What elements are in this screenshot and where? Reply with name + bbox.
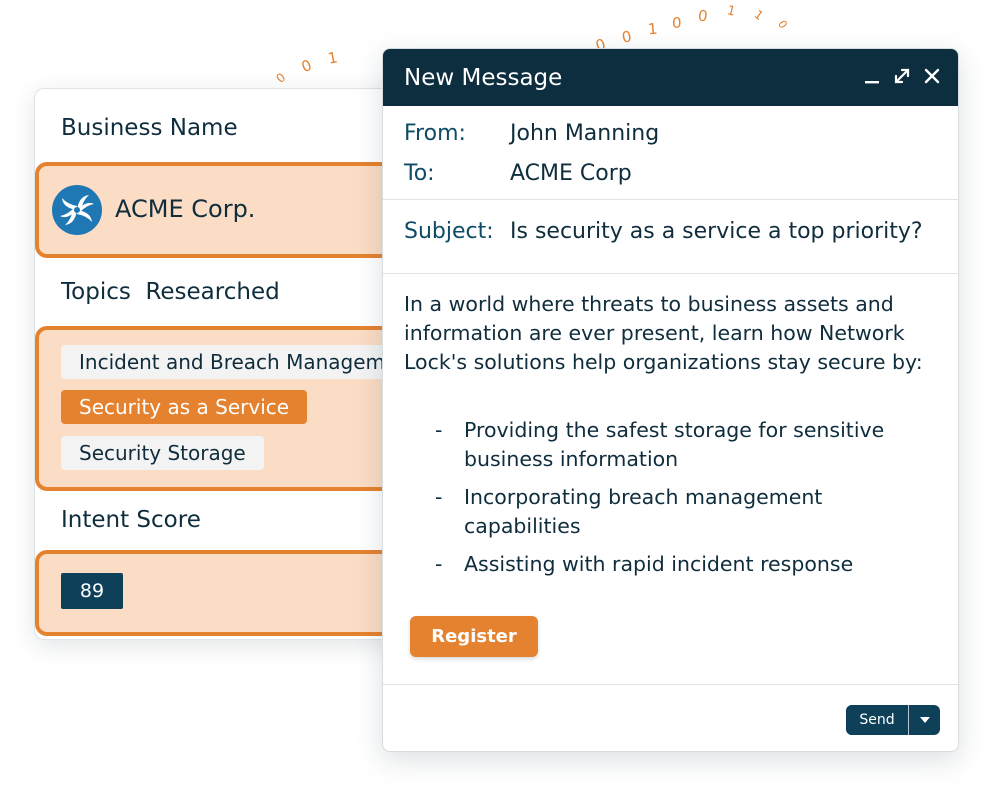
binary-digit: 0 bbox=[775, 17, 790, 32]
from-label: From: bbox=[404, 121, 466, 146]
binary-digit: 1 bbox=[751, 7, 766, 23]
bullet-marker: - bbox=[435, 552, 443, 576]
subject-label: Subject: bbox=[404, 219, 494, 244]
register-button[interactable]: Register bbox=[410, 616, 538, 657]
intent-score-box: 89 bbox=[35, 550, 415, 636]
intent-score-badge: 89 bbox=[61, 573, 123, 609]
send-button-group: Send bbox=[846, 705, 940, 735]
minimize-icon[interactable] bbox=[862, 65, 882, 87]
new-message-window: New Message From: John Manning To: ACME … bbox=[382, 48, 959, 752]
message-bullet-list: - Providing the safest storage for sensit… bbox=[435, 416, 935, 588]
message-body[interactable]: In a world where threats to business ass… bbox=[404, 290, 924, 377]
profile-card: Business Name ACME Corp. Topics Research… bbox=[34, 88, 415, 640]
business-name-box: ACME Corp. bbox=[35, 162, 415, 258]
bullet-text: Providing the safest storage for sensiti… bbox=[464, 418, 885, 471]
topic-chip[interactable]: Incident and Breach Management bbox=[61, 345, 411, 379]
bullet-marker: - bbox=[435, 485, 443, 509]
subject-field[interactable]: Is security as a service a top priority? bbox=[510, 219, 923, 244]
topics-label: Topics Researched bbox=[61, 279, 280, 305]
binary-digit: 1 bbox=[326, 48, 339, 68]
business-name-value: ACME Corp. bbox=[115, 195, 256, 223]
bullet-text: Assisting with rapid incident response bbox=[464, 552, 854, 576]
close-icon[interactable] bbox=[922, 65, 942, 87]
window-controls bbox=[862, 65, 942, 87]
swirl-icon bbox=[60, 195, 94, 225]
business-name-label: Business Name bbox=[61, 115, 238, 141]
chevron-down-icon[interactable] bbox=[909, 705, 940, 735]
topics-box: Incident and Breach Management Security … bbox=[35, 326, 415, 491]
bullet-marker: - bbox=[435, 418, 443, 442]
intent-score-label: Intent Score bbox=[61, 507, 201, 533]
topic-chip-active[interactable]: Security as a Service bbox=[61, 390, 308, 424]
bullet-text: Incorporating breach management capabili… bbox=[464, 485, 823, 538]
list-item: - Incorporating breach management capabil… bbox=[435, 483, 935, 541]
binary-digit: 0 bbox=[696, 6, 709, 26]
from-field[interactable]: John Manning bbox=[510, 121, 659, 146]
list-item: - Providing the safest storage for sensit… bbox=[435, 416, 935, 474]
to-field[interactable]: ACME Corp bbox=[510, 161, 632, 186]
binary-digit: 0 bbox=[273, 70, 289, 86]
title-bar: New Message bbox=[383, 49, 958, 106]
company-logo bbox=[52, 185, 102, 235]
send-button[interactable]: Send bbox=[846, 705, 908, 735]
binary-digit: 0 bbox=[298, 55, 315, 77]
binary-digit: 1 bbox=[725, 3, 737, 20]
binary-digit: 0 bbox=[672, 14, 682, 32]
binary-digit: 0 bbox=[620, 27, 633, 47]
topic-chip[interactable]: Security Storage bbox=[61, 436, 264, 470]
binary-digit: 1 bbox=[647, 19, 659, 39]
divider bbox=[383, 684, 958, 685]
divider bbox=[383, 273, 958, 274]
expand-icon[interactable] bbox=[892, 65, 912, 87]
send-divider bbox=[908, 705, 909, 735]
list-item: - Assisting with rapid incident response bbox=[435, 550, 935, 579]
divider bbox=[383, 199, 958, 200]
window-title: New Message bbox=[404, 65, 563, 91]
to-label: To: bbox=[404, 161, 435, 186]
